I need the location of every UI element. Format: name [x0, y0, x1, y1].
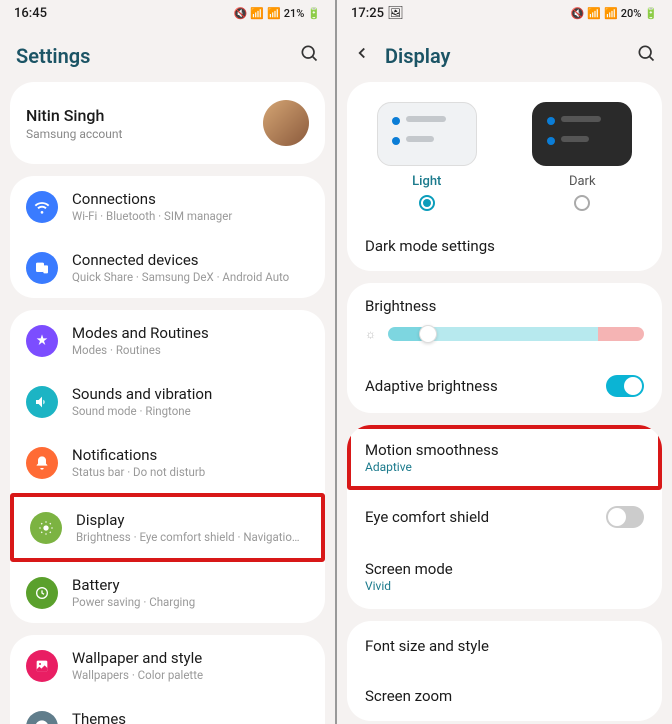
battery-text: 21%	[284, 7, 305, 20]
modes-icon	[26, 325, 58, 357]
settings-list[interactable]: Nitin Singh Samsung account ConnectionsW…	[0, 82, 335, 724]
theme-light-option[interactable]: Light	[363, 102, 491, 215]
theme-light-label: Light	[363, 174, 491, 189]
motion-smoothness-highlight: Motion smoothness Adaptive	[347, 425, 662, 490]
wallpaper-icon	[26, 650, 58, 682]
status-icons: 🔇 📶 📶 20% 🔋	[571, 7, 658, 20]
settings-item-battery[interactable]: BatteryPower saving · Charging	[10, 562, 325, 623]
search-icon[interactable]	[299, 43, 319, 68]
sun-icon: ☼	[365, 327, 376, 341]
font-size-row[interactable]: Font size and style	[347, 621, 662, 671]
item-title: Connected devices	[72, 251, 309, 269]
status-bar: 17:25 🖼 🔇 📶 📶 20% 🔋	[337, 0, 672, 25]
theme-dark-preview	[532, 102, 632, 166]
settings-group: Modes and RoutinesModes · RoutinesSounds…	[10, 310, 325, 623]
item-sub: Sound mode · Ringtone	[72, 404, 309, 418]
page-title: Display	[385, 44, 636, 68]
item-sub: Wi-Fi · Bluetooth · SIM manager	[72, 209, 309, 223]
page-title: Settings	[16, 44, 299, 68]
signal-icon: 📶	[604, 7, 618, 20]
slider-thumb[interactable]	[419, 325, 437, 343]
signal-icon: 📶	[267, 7, 281, 20]
settings-item-wifi[interactable]: ConnectionsWi-Fi · Bluetooth · SIM manag…	[10, 176, 325, 237]
radio-icon	[419, 195, 435, 211]
display-options-card: Motion smoothness Adaptive Eye comfort s…	[347, 425, 662, 609]
item-sub: Wallpapers · Color palette	[72, 668, 309, 682]
item-sub: Status bar · Do not disturb	[72, 465, 309, 479]
item-title: Battery	[72, 576, 309, 594]
mute-icon: 🔇	[234, 7, 248, 20]
sound-icon	[26, 386, 58, 418]
title-bar: Settings	[0, 25, 335, 82]
theme-dark-label: Dark	[519, 174, 647, 189]
toggle-icon[interactable]	[606, 375, 644, 397]
profile-name: Nitin Singh	[26, 106, 263, 125]
item-sub: Quick Share · Samsung DeX · Android Auto	[72, 270, 309, 284]
motion-smoothness-row[interactable]: Motion smoothness Adaptive	[351, 429, 658, 486]
battery-icon	[26, 577, 58, 609]
settings-item-devices[interactable]: Connected devicesQuick Share · Samsung D…	[10, 237, 325, 298]
item-title: Sounds and vibration	[72, 385, 309, 403]
radio-icon	[574, 195, 590, 211]
item-title: Connections	[72, 190, 309, 208]
wifi-icon	[26, 191, 58, 223]
settings-item-sound[interactable]: Sounds and vibrationSound mode · Rington…	[10, 371, 325, 432]
brightness-slider[interactable]	[388, 327, 644, 341]
item-title: Modes and Routines	[72, 324, 309, 342]
clock: 17:25 🖼	[351, 6, 404, 21]
settings-item-themes[interactable]: ThemesThemes · Wallpapers · Icons	[10, 696, 325, 724]
item-sub: Power saving · Charging	[72, 595, 309, 609]
screen-zoom-row[interactable]: Screen zoom	[347, 671, 662, 721]
toggle-icon[interactable]	[606, 506, 644, 528]
font-card: Font size and style Screen zoom	[347, 621, 662, 721]
status-icons: 🔇 📶 📶 21% 🔋	[234, 7, 321, 20]
battery-icon: 🔋	[307, 7, 321, 20]
devices-icon	[26, 252, 58, 284]
adaptive-brightness-row[interactable]: Adaptive brightness	[347, 359, 662, 413]
display-list[interactable]: Light Dark Dark mode settings	[337, 82, 672, 724]
settings-screen: 16:45 🔇 📶 📶 21% 🔋 Settings Nitin Singh S…	[0, 0, 335, 724]
battery-icon: 🔋	[644, 7, 658, 20]
display-screen: 17:25 🖼 🔇 📶 📶 20% 🔋 Display	[337, 0, 672, 724]
dark-mode-settings[interactable]: Dark mode settings	[347, 221, 662, 271]
item-title: Notifications	[72, 446, 309, 464]
settings-group: Wallpaper and styleWallpapers · Color pa…	[10, 635, 325, 724]
mute-icon: 🔇	[571, 7, 585, 20]
brightness-card: Brightness ☼ Adaptive brightness	[347, 283, 662, 413]
eye-comfort-row[interactable]: Eye comfort shield	[347, 490, 662, 544]
settings-item-notif[interactable]: NotificationsStatus bar · Do not disturb	[10, 432, 325, 493]
notif-icon	[26, 447, 58, 479]
brightness-row: Brightness ☼	[347, 283, 662, 359]
display-highlight: DisplayBrightness · Eye comfort shield ·…	[10, 493, 325, 562]
item-title: Display	[76, 511, 305, 529]
display-icon	[30, 512, 62, 544]
screen-mode-row[interactable]: Screen mode Vivid	[347, 544, 662, 609]
search-icon[interactable]	[636, 43, 656, 68]
wifi-icon: 📶	[250, 7, 264, 20]
battery-text: 20%	[621, 7, 642, 20]
screenshot-icon: 🖼	[387, 6, 404, 21]
settings-group: ConnectionsWi-Fi · Bluetooth · SIM manag…	[10, 176, 325, 298]
settings-item-wallpaper[interactable]: Wallpaper and styleWallpapers · Color pa…	[10, 635, 325, 696]
title-bar: Display	[337, 25, 672, 82]
item-title: Themes	[72, 710, 309, 724]
settings-item-modes[interactable]: Modes and RoutinesModes · Routines	[10, 310, 325, 371]
back-icon[interactable]	[353, 44, 371, 67]
item-sub: Modes · Routines	[72, 343, 309, 357]
item-sub: Brightness · Eye comfort shield · Naviga…	[76, 530, 305, 544]
themes-icon	[26, 711, 58, 724]
theme-card: Light Dark Dark mode settings	[347, 82, 662, 271]
item-title: Wallpaper and style	[72, 649, 309, 667]
avatar	[263, 100, 309, 146]
profile-sub: Samsung account	[26, 127, 263, 141]
theme-light-preview	[377, 102, 477, 166]
status-bar: 16:45 🔇 📶 📶 21% 🔋	[0, 0, 335, 25]
settings-item-display[interactable]: DisplayBrightness · Eye comfort shield ·…	[14, 497, 321, 558]
clock: 16:45	[14, 6, 47, 21]
theme-dark-option[interactable]: Dark	[519, 102, 647, 215]
profile-card[interactable]: Nitin Singh Samsung account	[10, 82, 325, 164]
wifi-icon: 📶	[587, 7, 601, 20]
